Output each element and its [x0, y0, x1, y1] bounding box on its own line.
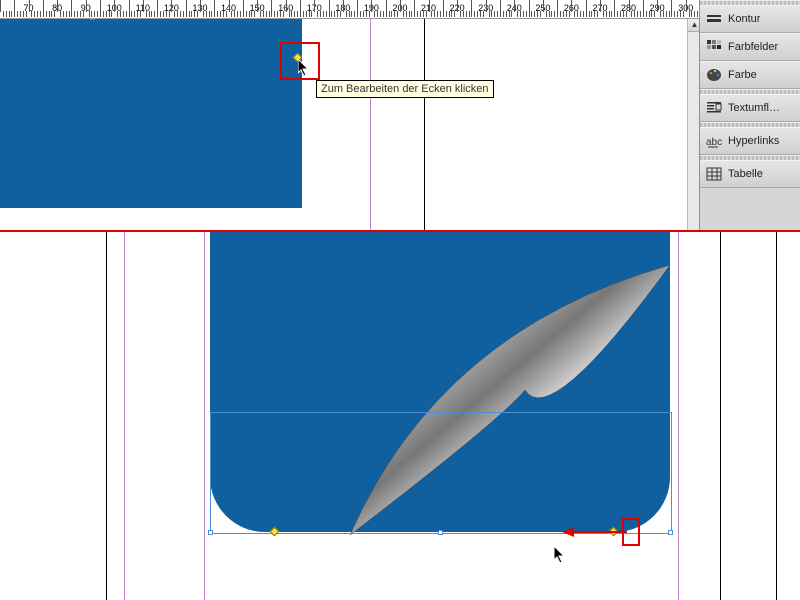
- annotation-divider: [0, 230, 800, 232]
- panel-label: Farbfelder: [728, 41, 778, 53]
- panel-kontur[interactable]: Kontur: [700, 5, 800, 33]
- panel-textwrap[interactable]: Textumfl…: [700, 94, 800, 122]
- margin-vertical: [424, 18, 425, 230]
- svg-text:abc: abc: [706, 137, 722, 148]
- panel-color[interactable]: Farbe: [700, 61, 800, 89]
- annotation-arrow: [562, 526, 632, 538]
- guide-vertical: [124, 232, 125, 600]
- panel-table[interactable]: Tabelle: [700, 160, 800, 188]
- palette-icon: [706, 67, 722, 83]
- canvas-bottom[interactable]: [0, 232, 800, 600]
- panel-label: Textumfl…: [728, 102, 780, 114]
- tooltip: Zum Bearbeiten der Ecken klicken: [316, 80, 494, 98]
- margin-vertical: [776, 232, 777, 600]
- textwrap-icon: [706, 100, 722, 116]
- swatches-icon: [706, 39, 722, 55]
- rectangle-frame[interactable]: [0, 18, 302, 208]
- panel-label: Tabelle: [728, 168, 763, 180]
- horizontal-ruler: 7080901001101201301401501601701801902002…: [0, 0, 700, 19]
- cursor-pointer: [554, 546, 570, 566]
- guide-vertical: [370, 18, 371, 230]
- panel-label: Kontur: [728, 13, 760, 25]
- margin-vertical: [720, 232, 721, 600]
- panel-swatches[interactable]: Farbfelder: [700, 33, 800, 61]
- guide-vertical: [678, 232, 679, 600]
- canvas-top[interactable]: Zum Bearbeiten der Ecken klicken: [0, 18, 700, 230]
- selection-handle[interactable]: [208, 530, 213, 535]
- margin-vertical: [106, 232, 107, 600]
- panel-dock: Kontur Farbfelder Farbe Textumfl… abc Hyperli…: [699, 0, 800, 230]
- hyperlinks-icon: abc: [706, 133, 722, 149]
- panel-label: Farbe: [728, 69, 757, 81]
- selection-handle[interactable]: [438, 530, 443, 535]
- stroke-icon: [706, 11, 722, 27]
- panel-label: Hyperlinks: [728, 135, 779, 147]
- guide-vertical: [204, 232, 205, 600]
- table-icon: [706, 166, 722, 182]
- panel-hyperlinks[interactable]: abc Hyperlinks: [700, 127, 800, 155]
- selection-handle[interactable]: [668, 530, 673, 535]
- selection-bounding-box: [210, 412, 672, 534]
